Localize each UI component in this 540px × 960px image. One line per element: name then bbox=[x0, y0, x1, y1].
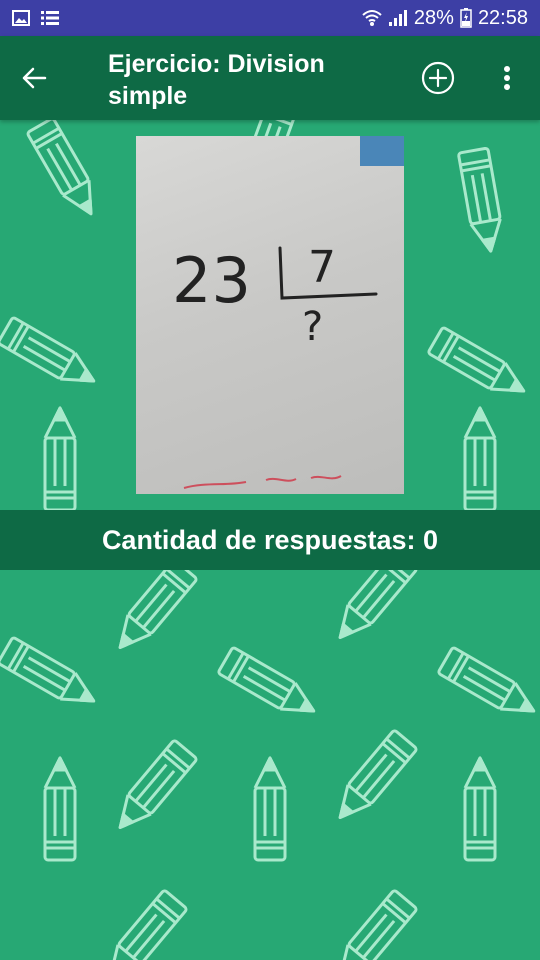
page-title: Ejercicio: Division simple bbox=[108, 50, 325, 110]
exercise-photo: 23 7 ? bbox=[136, 136, 404, 494]
photo-corner-object bbox=[360, 136, 404, 166]
back-button[interactable] bbox=[14, 58, 54, 98]
handwritten-divisor: 7 bbox=[308, 242, 336, 293]
answers-counter-bar: Cantidad de respuestas: 0 bbox=[0, 510, 540, 570]
status-bar: 28% 22:58 bbox=[0, 0, 540, 36]
clock: 22:58 bbox=[477, 6, 528, 29]
image-icon bbox=[12, 10, 30, 26]
add-button[interactable] bbox=[418, 58, 458, 98]
status-left-icons bbox=[0, 10, 60, 26]
list-icon bbox=[41, 11, 59, 25]
more-options-button[interactable] bbox=[492, 58, 522, 98]
add-circle-icon bbox=[421, 61, 455, 95]
battery-icon bbox=[460, 8, 472, 28]
handwritten-dividend: 23 bbox=[172, 244, 251, 317]
answers-count-label: Cantidad de respuestas: 0 bbox=[101, 524, 439, 555]
signal-icon bbox=[388, 10, 407, 26]
wifi-icon bbox=[362, 10, 382, 26]
handwritten-question-mark: ? bbox=[302, 304, 323, 350]
app-bar: Ejercicio: Division simple bbox=[0, 36, 540, 120]
status-right: 28% 22:58 bbox=[362, 7, 540, 30]
red-scribble bbox=[183, 475, 342, 489]
screen: 28% 22:58 Ejercicio: Division simple 23 … bbox=[0, 0, 540, 960]
handwritten-exercise: 23 7 ? bbox=[172, 136, 404, 489]
battery-percent: 28% bbox=[413, 6, 454, 29]
back-arrow-icon bbox=[22, 67, 47, 89]
more-vert-icon bbox=[504, 66, 510, 90]
